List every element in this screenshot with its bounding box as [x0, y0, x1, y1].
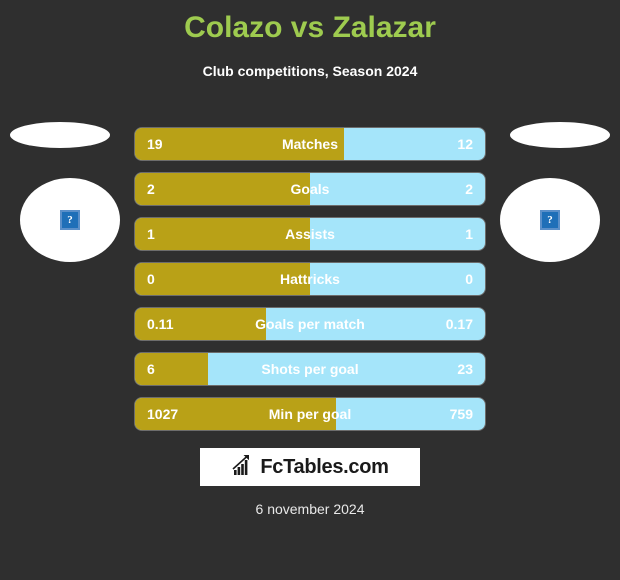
broken-image-icon: ? [540, 210, 560, 230]
player-badge-left: ? [0, 110, 140, 270]
stat-label: Hattricks [280, 271, 340, 287]
stat-row: 1 Assists 1 [135, 218, 485, 250]
stat-label: Assists [285, 226, 335, 242]
player-left-avatar: ? [20, 178, 120, 262]
player-right-banner-shape [510, 122, 610, 148]
stat-label: Goals [290, 181, 330, 197]
stat-value-away: 23 [457, 361, 473, 377]
stat-row: 2 Goals 2 [135, 173, 485, 205]
comparison-infographic: Colazo vs Zalazar Club competitions, Sea… [0, 0, 620, 580]
stat-value-away: 2 [465, 181, 473, 197]
player-right-avatar: ? [500, 178, 600, 262]
stat-row: 6 Shots per goal 23 [135, 353, 485, 385]
stat-row: 1027 Min per goal 759 [135, 398, 485, 430]
stat-value-away: 1 [465, 226, 473, 242]
player-badge-right: ? [480, 110, 620, 270]
stat-label: Goals per match [255, 316, 365, 332]
page-title: Colazo vs Zalazar [184, 11, 436, 44]
player-left-banner-shape [10, 122, 110, 148]
broken-image-icon: ? [60, 210, 80, 230]
stat-value-away: 0 [465, 271, 473, 287]
site-logo[interactable]: FcTables.com [200, 448, 420, 486]
site-logo-text: FcTables.com [260, 456, 389, 478]
stat-row: 0 Hattricks 0 [135, 263, 485, 295]
stat-row: 0.11 Goals per match 0.17 [135, 308, 485, 340]
generated-date: 6 november 2024 [255, 501, 365, 517]
page-subtitle: Club competitions, Season 2024 [202, 63, 418, 79]
stat-label: Min per goal [268, 406, 352, 422]
bar-chart-trend-icon [231, 454, 255, 481]
stat-comparison-bars: 19 Matches 12 2 Goals 2 1 Assists 1 0 Hattricks 0 0.… [135, 128, 485, 443]
stat-value-away: 0.17 [445, 316, 473, 332]
stat-row: 19 Matches 12 [135, 128, 485, 160]
stat-value-away: 12 [457, 136, 473, 152]
stat-value-away: 759 [449, 406, 473, 422]
stat-label: Shots per goal [261, 361, 359, 377]
stat-label: Matches [281, 136, 339, 152]
